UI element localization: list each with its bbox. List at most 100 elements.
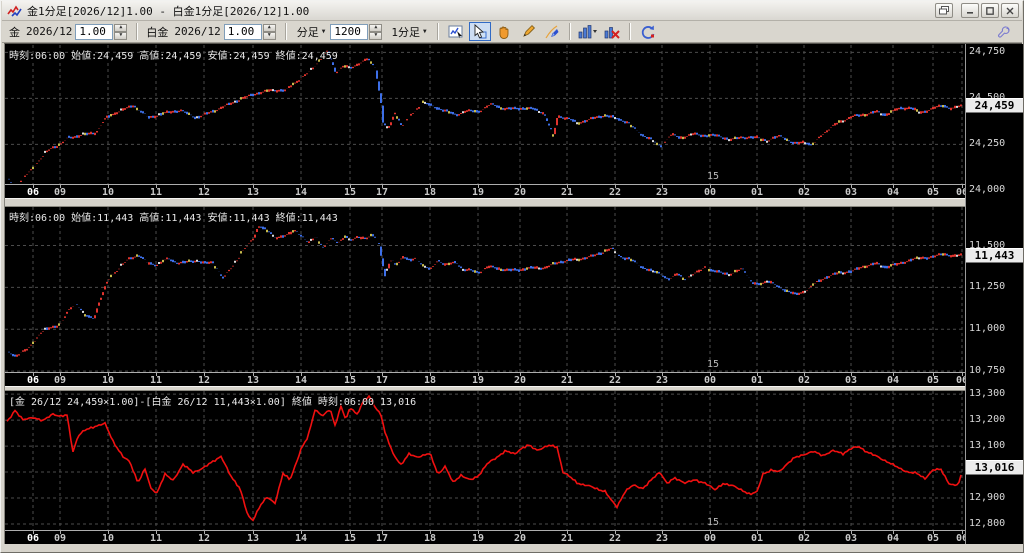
time-axis-label: 10: [97, 375, 119, 386]
gold-ratio-spinner[interactable]: ▲▼: [114, 24, 127, 40]
time-axis-label: 01: [746, 533, 768, 544]
current-price-box: 11,443: [966, 248, 1023, 263]
chart-region: 時刻:06:00 始値:24,459 高値:24,459 安値:24,459 終…: [4, 43, 1022, 544]
price-axis-label: 12,900: [969, 492, 1005, 503]
draw-pen-button[interactable]: [541, 22, 563, 41]
time-axis-label: 15: [339, 533, 361, 544]
time-axis-label: 17: [371, 375, 393, 386]
price-axis-gutter: 24,75024,50024,25024,00024,45911,50011,2…: [965, 44, 1023, 544]
time-axis-label: 18: [419, 375, 441, 386]
platinum-contract-value[interactable]: 2026/12: [174, 25, 220, 38]
remove-chart-button[interactable]: [601, 22, 623, 41]
toolbar-separator: [569, 23, 571, 40]
bar-chart-icon: [578, 24, 598, 40]
close-icon: [1006, 7, 1014, 15]
chart-type-dropdown-button[interactable]: [577, 22, 599, 41]
time-axis-label: 00: [699, 375, 721, 386]
close-button[interactable]: [1001, 3, 1019, 18]
draw-pen-icon: [544, 24, 560, 40]
time-axis-label: 02: [793, 533, 815, 544]
time-axis-label: 06: [22, 375, 44, 386]
spin-up-icon[interactable]: ▲: [369, 24, 382, 32]
title-bar[interactable]: 金1分足[2026/12]1.00 - 白金1分足[2026/12]1.00: [2, 1, 1022, 21]
time-axis-label: 13: [242, 533, 264, 544]
current-price-box: 13,016: [966, 460, 1023, 475]
time-axis-label: 19: [467, 187, 489, 198]
date-change-label: 15: [703, 359, 723, 370]
remove-chart-icon: [604, 24, 620, 40]
time-axis-label: 23: [651, 533, 673, 544]
spin-up-icon[interactable]: ▲: [114, 24, 127, 32]
time-axis-label: 23: [651, 187, 673, 198]
app-chart-icon: [7, 4, 23, 18]
bar-count-spinner[interactable]: ▲▼: [369, 24, 382, 40]
panel-splitter[interactable]: [5, 386, 1022, 391]
panel-splitter[interactable]: [5, 198, 1022, 207]
interval-dropdown[interactable]: 1分足 ▼: [388, 23, 429, 41]
spin-down-icon[interactable]: ▼: [114, 32, 127, 40]
pan-hand-button[interactable]: [493, 22, 515, 41]
time-axis-label: 21: [556, 375, 578, 386]
period-type-dropdown[interactable]: 分足 ▼: [294, 23, 329, 41]
maximize-button[interactable]: [981, 3, 999, 18]
date-change-label: 15: [703, 517, 723, 528]
platinum-candlestick-plot[interactable]: [5, 207, 965, 372]
refresh-button[interactable]: [637, 22, 659, 41]
gold-candlestick-plot[interactable]: [5, 45, 965, 184]
crosshair-chart-button[interactable]: [445, 22, 467, 41]
time-axis-label: 02: [793, 187, 815, 198]
time-axis-label: 19: [467, 375, 489, 386]
platinum-ratio-input[interactable]: 1.00: [224, 24, 262, 40]
wrench-icon: [997, 25, 1011, 39]
time-axis-label: 04: [882, 375, 904, 386]
crosshair-chart-icon: [448, 24, 464, 40]
platinum-time-axis: 0609101112131415171819202122230001020304…: [5, 372, 965, 386]
price-axis-label: 24,250: [969, 138, 1005, 149]
spin-down-icon[interactable]: ▼: [263, 32, 276, 40]
pencil-button[interactable]: [517, 22, 539, 41]
spin-up-icon[interactable]: ▲: [263, 24, 276, 32]
select-arrow-icon: [472, 24, 488, 40]
time-axis-label: 12: [193, 533, 215, 544]
time-axis-label: 12: [193, 187, 215, 198]
spread-line-plot[interactable]: [5, 391, 965, 530]
time-axis-label: 17: [371, 187, 393, 198]
pencil-icon: [520, 24, 536, 40]
time-axis-label: 21: [556, 533, 578, 544]
gold-ratio-input[interactable]: 1.00: [75, 24, 113, 40]
time-axis-label: 02: [793, 375, 815, 386]
platinum-ratio-spinner[interactable]: ▲▼: [263, 24, 276, 40]
select-arrow-button[interactable]: [469, 22, 491, 41]
chevron-down-icon: ▼: [322, 28, 326, 35]
price-axis-label: 24,750: [969, 46, 1005, 57]
gold-ohlc-readout: 時刻:06:00 始値:24,459 高値:24,459 安値:24,459 終…: [9, 47, 338, 62]
gold-time-axis: 0609101112131415171819202122230001020304…: [5, 184, 965, 198]
window-title: 金1分足[2026/12]1.00 - 白金1分足[2026/12]1.00: [27, 3, 309, 19]
time-axis-label: 17: [371, 533, 393, 544]
date-change-label: 15: [703, 171, 723, 182]
gold-contract-value[interactable]: 2026/12: [26, 25, 72, 38]
gold-label: 金: [9, 24, 20, 40]
price-axis-label: 11,000: [969, 323, 1005, 334]
time-axis-label: 15: [339, 187, 361, 198]
time-axis-label: 06: [22, 187, 44, 198]
refresh-icon: [640, 24, 656, 40]
spin-down-icon[interactable]: ▼: [369, 32, 382, 40]
time-axis-label: 23: [651, 375, 673, 386]
float-window-button[interactable]: [935, 3, 953, 18]
time-axis-label: 11: [145, 187, 167, 198]
toolbar-separator: [437, 23, 439, 40]
time-axis-label: 15: [339, 375, 361, 386]
bar-count-input[interactable]: 1200: [330, 24, 368, 40]
platinum-ohlc-readout: 時刻:06:00 始値:11,443 高値:11,443 安値:11,443 終…: [9, 209, 338, 224]
period-type-label: 分足: [297, 24, 319, 40]
time-axis-label: 20: [509, 533, 531, 544]
minimize-button[interactable]: [961, 3, 979, 18]
price-axis-label: 13,300: [969, 388, 1005, 399]
app-window: 金1分足[2026/12]1.00 - 白金1分足[2026/12]1.00 金…: [0, 0, 1024, 553]
time-axis-label: 09: [49, 533, 71, 544]
platinum-label: 白金: [146, 24, 168, 40]
time-axis-label: 03: [840, 187, 862, 198]
settings-wrench-button[interactable]: [993, 22, 1015, 41]
chevron-down-icon: ▼: [423, 28, 427, 35]
